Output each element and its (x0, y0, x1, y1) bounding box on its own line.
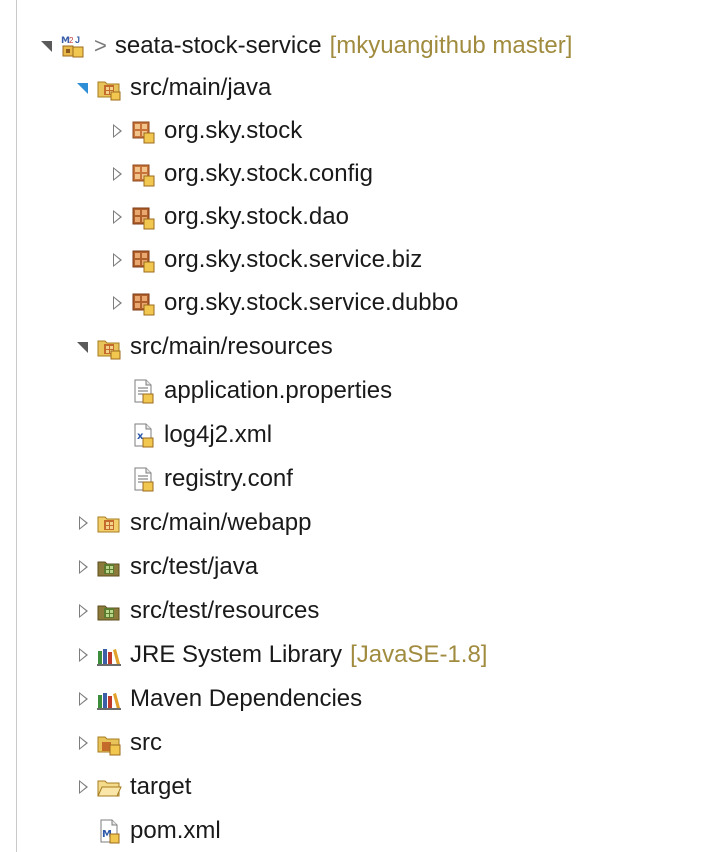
tree-item-label: org.sky.stock.config (164, 160, 373, 187)
tree-item-src-main-java[interactable]: src/main/java (74, 68, 271, 108)
maven-pom-icon: M (96, 818, 122, 844)
expand-arrow-icon[interactable] (74, 723, 96, 763)
properties-file-icon (130, 378, 156, 404)
tree-item-label: src/main/webapp (130, 509, 312, 536)
project-explorer-tree: M2J > seata-stock-service [mkyuangithub … (0, 0, 706, 852)
tree-item-src-main-resources[interactable]: src/main/resources (74, 327, 333, 367)
tree-item-label: pom.xml (130, 817, 221, 844)
library-icon (96, 642, 122, 668)
package-icon (130, 204, 156, 230)
expand-arrow-icon[interactable] (74, 591, 96, 631)
collapse-arrow-icon[interactable] (74, 68, 96, 108)
svg-text:2: 2 (69, 36, 74, 45)
folder-icon (96, 730, 122, 756)
tree-item-package-dao[interactable]: org.sky.stock.dao (108, 197, 349, 237)
tree-item-label: JRE System Library (130, 641, 343, 668)
project-name: seata-stock-service (114, 32, 322, 59)
tree-item-jre-library[interactable]: JRE System Library [JavaSE-1.8] (74, 635, 487, 675)
expand-arrow-icon[interactable] (108, 197, 130, 237)
package-icon (130, 161, 156, 187)
tree-item-label: target (130, 773, 192, 800)
tree-item-package-config[interactable]: org.sky.stock.config (108, 154, 373, 194)
tree-item-file-registry-conf[interactable]: registry.conf (130, 459, 293, 499)
tree-item-label: src/test/resources (130, 597, 320, 624)
tree-item-maven-dependencies[interactable]: Maven Dependencies (74, 679, 362, 719)
tree-item-label: Maven Dependencies (130, 685, 363, 712)
library-icon (96, 686, 122, 712)
expand-arrow-icon[interactable] (74, 679, 96, 719)
package-icon (130, 118, 156, 144)
tree-item-label: src/main/resources (130, 333, 333, 360)
tree-item-label: src/main/java (130, 74, 272, 101)
tree-item-folder-target[interactable]: target (74, 767, 191, 807)
tree-item-file-application-properties[interactable]: application.properties (130, 371, 392, 411)
tree-item-project[interactable]: M2J > seata-stock-service [mkyuangithub … (38, 26, 572, 66)
expand-arrow-icon[interactable] (108, 240, 130, 280)
source-folder-icon (96, 510, 122, 536)
collapse-arrow-icon[interactable] (38, 26, 60, 66)
expand-arrow-icon[interactable] (74, 635, 96, 675)
collapse-arrow-icon[interactable] (74, 327, 96, 367)
maven-project-icon: M2J (60, 33, 86, 59)
tree-item-file-pom[interactable]: M pom.xml (96, 811, 221, 851)
tree-item-src-test-java[interactable]: src/test/java (74, 547, 258, 587)
jre-version-decoration: [JavaSE-1.8] (350, 641, 488, 668)
tree-item-label: org.sky.stock.dao (164, 203, 349, 230)
properties-file-icon (130, 466, 156, 492)
tree-item-package-biz[interactable]: org.sky.stock.service.biz (108, 240, 422, 280)
svg-text:J: J (75, 35, 80, 45)
tree-item-label: src (130, 729, 162, 756)
tree-item-package-dubbo[interactable]: org.sky.stock.service.dubbo (108, 283, 458, 323)
tree-item-folder-src[interactable]: src (74, 723, 162, 763)
tree-item-label: org.sky.stock.service.biz (164, 246, 423, 273)
tree-item-label: org.sky.stock (164, 117, 303, 144)
source-folder-icon (96, 334, 122, 360)
git-branch-decoration: [mkyuangithub master] (329, 32, 573, 59)
expand-arrow-icon[interactable] (74, 503, 96, 543)
tree-item-src-test-resources[interactable]: src/test/resources (74, 591, 319, 631)
tree-item-label: registry.conf (164, 465, 293, 492)
tree-item-label: log4j2.xml (164, 421, 273, 448)
test-source-folder-icon (96, 554, 122, 580)
source-folder-icon (96, 75, 122, 101)
test-source-folder-icon (96, 598, 122, 624)
tree-item-label: application.properties (164, 377, 393, 404)
expand-arrow-icon[interactable] (108, 111, 130, 151)
package-icon (130, 290, 156, 316)
expand-arrow-icon[interactable] (74, 767, 96, 807)
expand-arrow-icon[interactable] (108, 154, 130, 194)
tree-item-package-stock[interactable]: org.sky.stock (108, 111, 302, 151)
tree-item-src-main-webapp[interactable]: src/main/webapp (74, 503, 311, 543)
xml-file-icon: x (130, 422, 156, 448)
tree-item-label: org.sky.stock.service.dubbo (164, 289, 459, 316)
expand-arrow-icon[interactable] (108, 283, 130, 323)
expand-arrow-icon[interactable] (74, 547, 96, 587)
tree-item-label: src/test/java (130, 553, 259, 580)
tree-item-file-log4j2[interactable]: x log4j2.xml (130, 415, 272, 455)
git-dirty-marker: > (94, 33, 107, 58)
folder-icon (96, 774, 122, 800)
package-icon (130, 247, 156, 273)
